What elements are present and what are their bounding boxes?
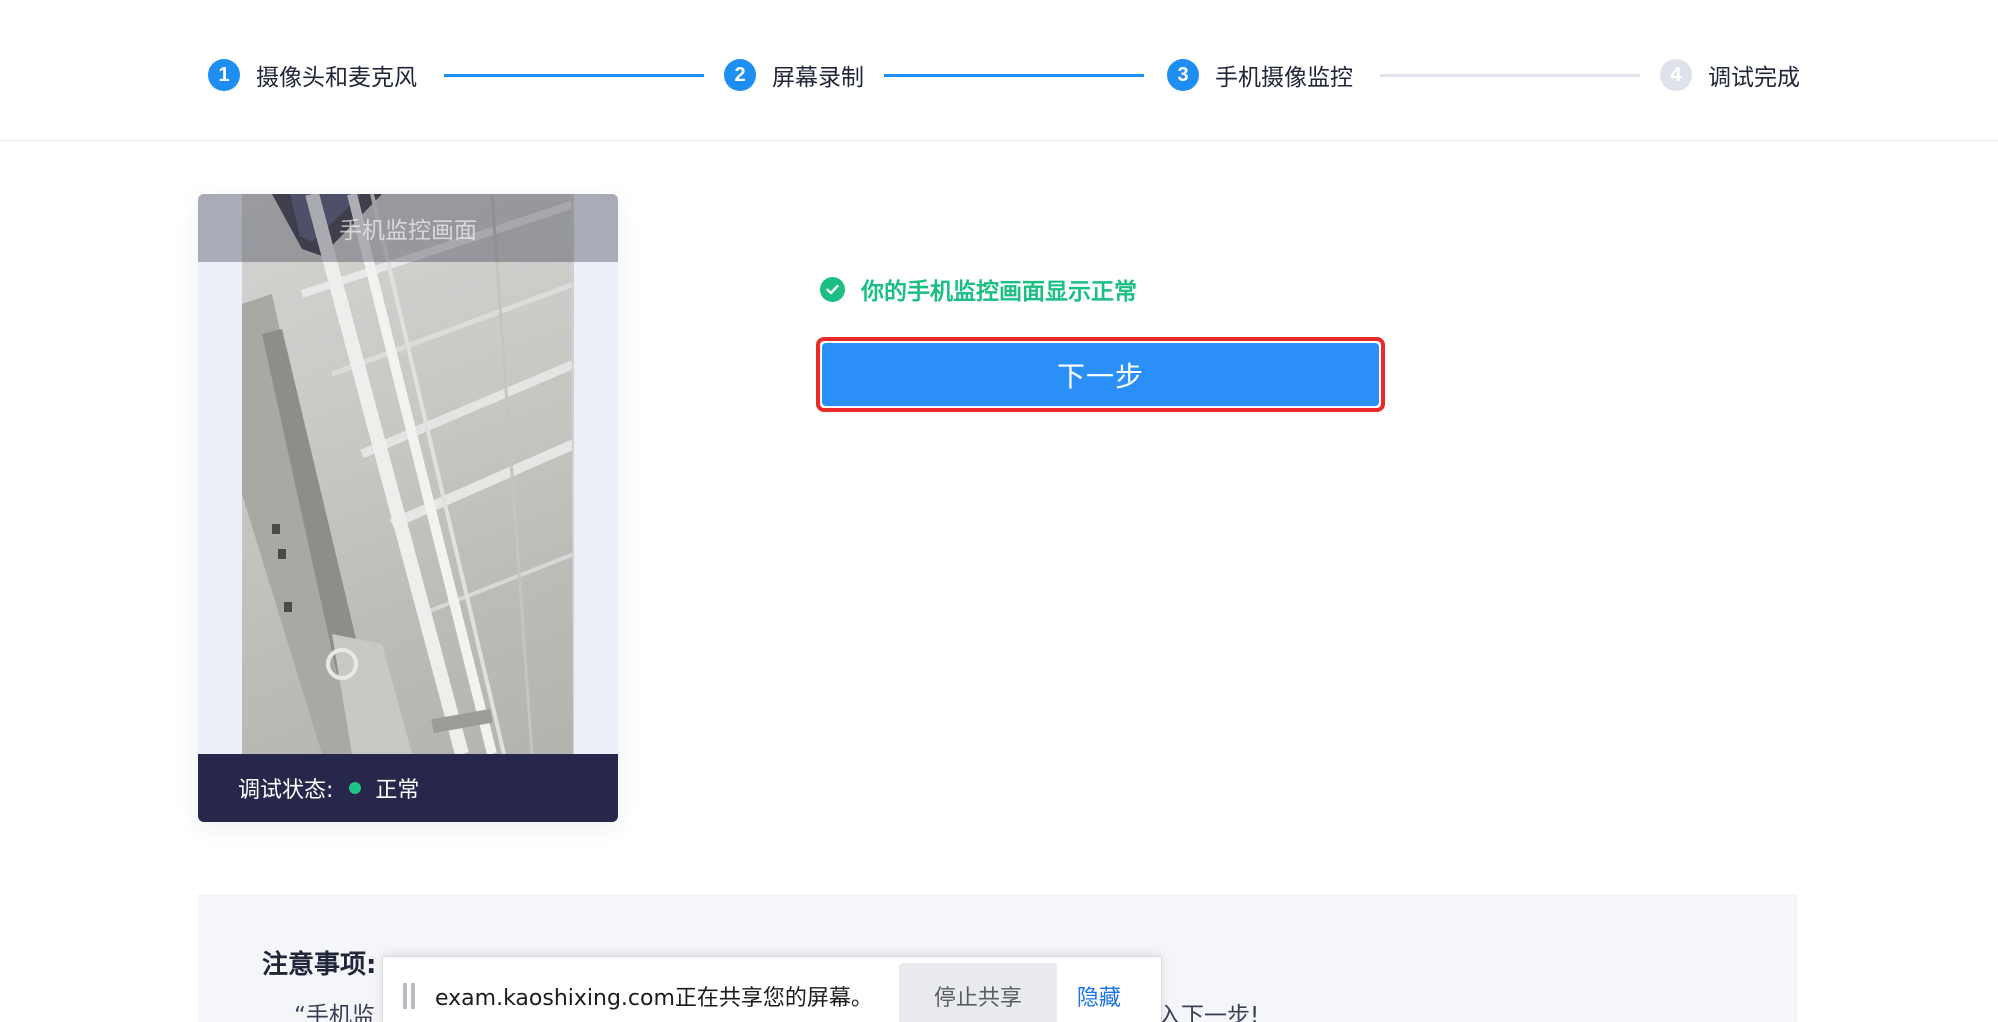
debug-status-label: 调试状态: xyxy=(238,778,334,803)
debug-status-value: 正常 xyxy=(375,778,420,803)
step-number: 2 xyxy=(724,59,756,91)
step-label: 调试完成 xyxy=(1708,65,1800,91)
progress-stepper: 1 摄像头和麦克风 2 屏幕录制 3 手机摄像监控 4 调试完成 xyxy=(0,0,1998,141)
step-connector xyxy=(1380,74,1640,77)
step-number: 4 xyxy=(1660,59,1692,91)
status-dot-icon xyxy=(349,782,362,794)
debug-status-bar: 调试状态: 正常 xyxy=(198,754,618,822)
step-camera-mic: 1 摄像头和麦克风 xyxy=(208,57,417,93)
check-circle-icon xyxy=(820,276,845,302)
screen-share-bar[interactable]: exam.kaoshixing.com正在共享您的屏幕。 停止共享 隐藏 xyxy=(382,956,1162,1022)
step-label: 手机摄像监控 xyxy=(1215,65,1353,91)
step-number: 1 xyxy=(208,59,240,91)
step-debug-complete: 4 调试完成 xyxy=(1660,57,1800,93)
step-connector xyxy=(444,74,704,77)
next-step-button[interactable]: 下一步 xyxy=(822,343,1379,406)
step-connector xyxy=(884,74,1144,77)
notice-text-start: “手机监 xyxy=(294,1003,375,1022)
notice-title: 注意事项: xyxy=(262,950,377,980)
monitor-ok-text: 你的手机监控画面显示正常 xyxy=(861,279,1137,305)
phone-monitor-preview: 手机监控画面 调试状态: 正常 xyxy=(198,194,618,822)
next-button-highlight: 下一步 xyxy=(816,337,1385,412)
hide-share-bar-link[interactable]: 隐藏 xyxy=(1077,980,1121,1012)
share-message: exam.kaoshixing.com正在共享您的屏幕。 xyxy=(435,986,873,1011)
step-number: 3 xyxy=(1167,59,1199,91)
preview-title: 手机监控画面 xyxy=(198,194,618,262)
page: 1 摄像头和麦克风 2 屏幕录制 3 手机摄像监控 4 调试完成 手机监控画面 … xyxy=(0,0,1998,1022)
drag-handle-icon[interactable] xyxy=(403,983,415,1009)
stop-sharing-button[interactable]: 停止共享 xyxy=(898,963,1057,1022)
step-label: 屏幕录制 xyxy=(772,65,864,91)
step-label: 摄像头和麦克风 xyxy=(256,65,417,91)
step-phone-monitor: 3 手机摄像监控 xyxy=(1167,57,1353,93)
camera-feed-image xyxy=(242,194,574,754)
step-screen-recording: 2 屏幕录制 xyxy=(724,57,864,93)
camera-feed-scene xyxy=(242,194,574,754)
monitor-ok-message: 你的手机监控画面显示正常 xyxy=(820,272,1137,306)
notice-text-end: 入下一步! xyxy=(1158,1003,1260,1022)
